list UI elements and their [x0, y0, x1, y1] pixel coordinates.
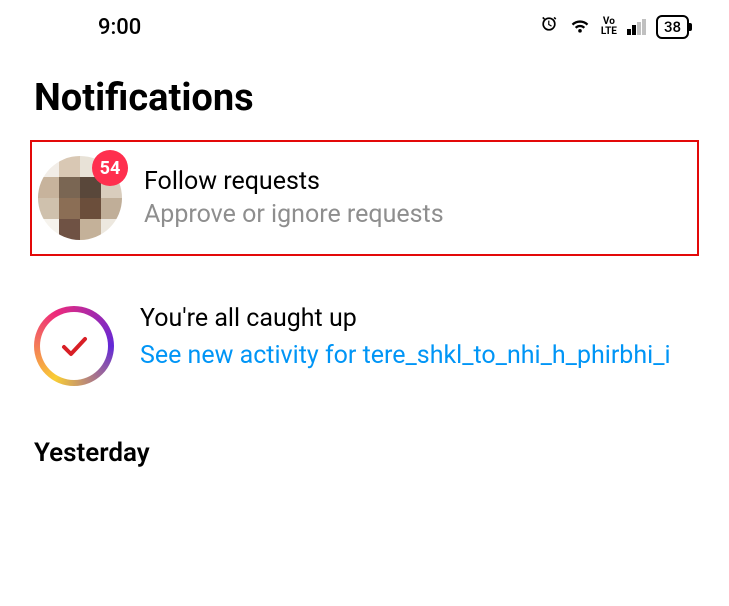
follow-requests-avatar: 54 [38, 156, 122, 240]
status-bar: 9:00 Vo LTE 38 [0, 0, 729, 54]
alarm-icon [539, 14, 559, 40]
volte-label: Vo LTE [601, 17, 617, 37]
battery-percent: 38 [664, 18, 681, 36]
caught-up-icon [34, 306, 114, 386]
page-title: Notifications [0, 54, 729, 140]
status-time: 9:00 [98, 15, 141, 40]
status-icons: Vo LTE 38 [539, 14, 689, 40]
battery-indicator: 38 [656, 15, 689, 39]
caught-up-link[interactable]: See new activity for tere_shkl_to_nhi_h_… [140, 337, 671, 375]
follow-requests-title: Follow requests [144, 167, 444, 196]
follow-requests-subtitle: Approve or ignore requests [144, 200, 444, 229]
caught-up-link-prefix: See new activity for [140, 341, 363, 370]
signal-icon [627, 19, 646, 35]
caught-up-title: You're all caught up [140, 304, 671, 333]
checkmark-icon [54, 326, 94, 366]
wifi-icon [569, 15, 591, 40]
caught-up-username: tere_shkl_to_nhi_h_phirbhi_i [363, 341, 671, 370]
caught-up-texts: You're all caught up See new activity fo… [140, 302, 671, 375]
follow-requests-row[interactable]: 54 Follow requests Approve or ignore req… [30, 140, 699, 256]
caught-up-row: You're all caught up See new activity fo… [0, 256, 729, 406]
follow-requests-texts: Follow requests Approve or ignore reques… [144, 167, 444, 229]
follow-requests-badge: 54 [92, 150, 128, 186]
section-header-yesterday: Yesterday [0, 406, 729, 468]
